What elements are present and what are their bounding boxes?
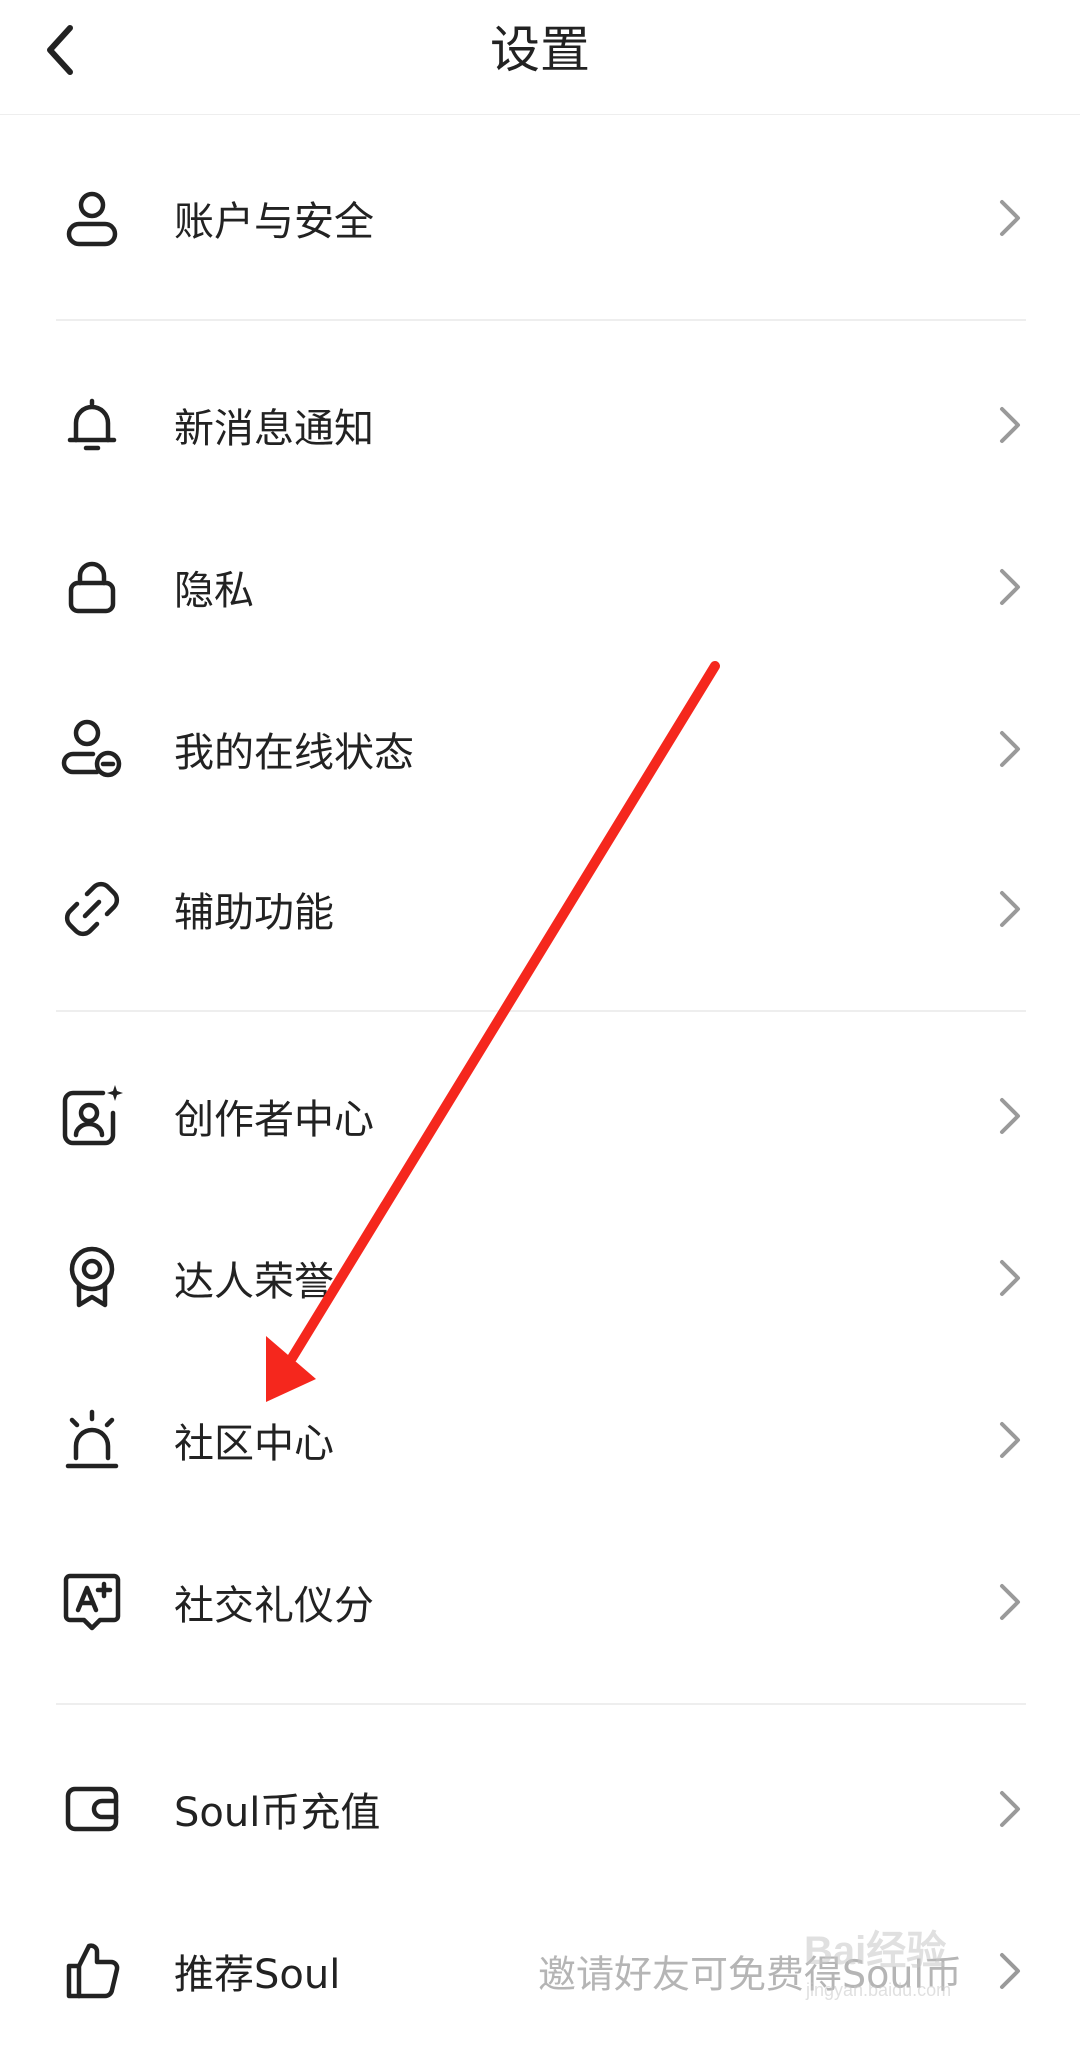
menu-item-label: 创作者中心 xyxy=(174,1097,374,1143)
user-icon xyxy=(56,182,128,254)
section-divider xyxy=(56,1703,1026,1705)
navigation-bar: 设置 xyxy=(0,0,1080,115)
bell-icon xyxy=(56,389,128,461)
annotation-arrow xyxy=(266,661,720,1402)
menu-item-label: 账户与安全 xyxy=(174,199,374,245)
chevron-right-icon xyxy=(990,1092,1030,1140)
menu-item-accessibility[interactable]: 辅助功能 xyxy=(0,834,1080,984)
menu-item-account-security[interactable]: 账户与安全 xyxy=(0,143,1080,293)
menu-item-label: 社交礼仪分 xyxy=(174,1583,374,1629)
menu-item-social-etiquette[interactable]: 社交礼仪分 xyxy=(0,1527,1080,1677)
chevron-right-icon xyxy=(990,1416,1030,1464)
menu-item-online-status[interactable]: 我的在线状态 xyxy=(0,674,1080,824)
chevron-right-icon xyxy=(990,194,1030,242)
link-icon xyxy=(56,873,128,945)
menu-item-privacy[interactable]: 隐私 xyxy=(0,512,1080,662)
chevron-right-icon xyxy=(990,563,1030,611)
creator-portrait-icon xyxy=(56,1080,128,1152)
menu-item-label: 推荐Soul xyxy=(174,1952,341,1998)
lock-icon xyxy=(56,551,128,623)
chevron-right-icon xyxy=(990,1785,1030,1833)
menu-item-creator-center[interactable]: 创作者中心 xyxy=(0,1041,1080,1191)
chevron-right-icon xyxy=(990,885,1030,933)
badge-icon xyxy=(56,1242,128,1314)
menu-item-label: 新消息通知 xyxy=(174,406,374,452)
menu-item-community-center[interactable]: 社区中心 xyxy=(0,1365,1080,1515)
menu-item-label: 隐私 xyxy=(174,568,254,614)
watermark-text: Bai经验 xyxy=(804,1929,946,1973)
menu-item-label: 我的在线状态 xyxy=(174,730,414,776)
menu-item-notifications[interactable]: 新消息通知 xyxy=(0,350,1080,500)
rating-a-plus-icon xyxy=(56,1566,128,1638)
chevron-right-icon xyxy=(990,401,1030,449)
chevron-right-icon xyxy=(990,725,1030,773)
menu-item-expert-honor[interactable]: 达人荣誉 xyxy=(0,1203,1080,1353)
section-divider xyxy=(56,1010,1026,1012)
chevron-right-icon xyxy=(990,1254,1030,1302)
menu-item-label: Soul币充值 xyxy=(174,1790,381,1836)
chevron-right-icon xyxy=(990,1578,1030,1626)
page-title: 设置 xyxy=(490,21,590,79)
menu-item-soul-coin[interactable]: Soul币充值 xyxy=(0,1734,1080,1884)
wallet-icon xyxy=(56,1773,128,1845)
menu-item-label: 达人荣誉 xyxy=(174,1259,334,1305)
thumbs-up-icon xyxy=(56,1935,128,2007)
menu-item-label: 辅助功能 xyxy=(174,890,334,936)
alarm-light-icon xyxy=(56,1404,128,1476)
watermark-logo: Bai经验 jingyan.baidu.com xyxy=(804,1929,951,2000)
user-status-icon xyxy=(56,713,128,785)
section-divider xyxy=(56,319,1026,321)
menu-item-label: 社区中心 xyxy=(174,1421,334,1467)
watermark-subtext: jingyan.baidu.com xyxy=(805,1980,951,2000)
